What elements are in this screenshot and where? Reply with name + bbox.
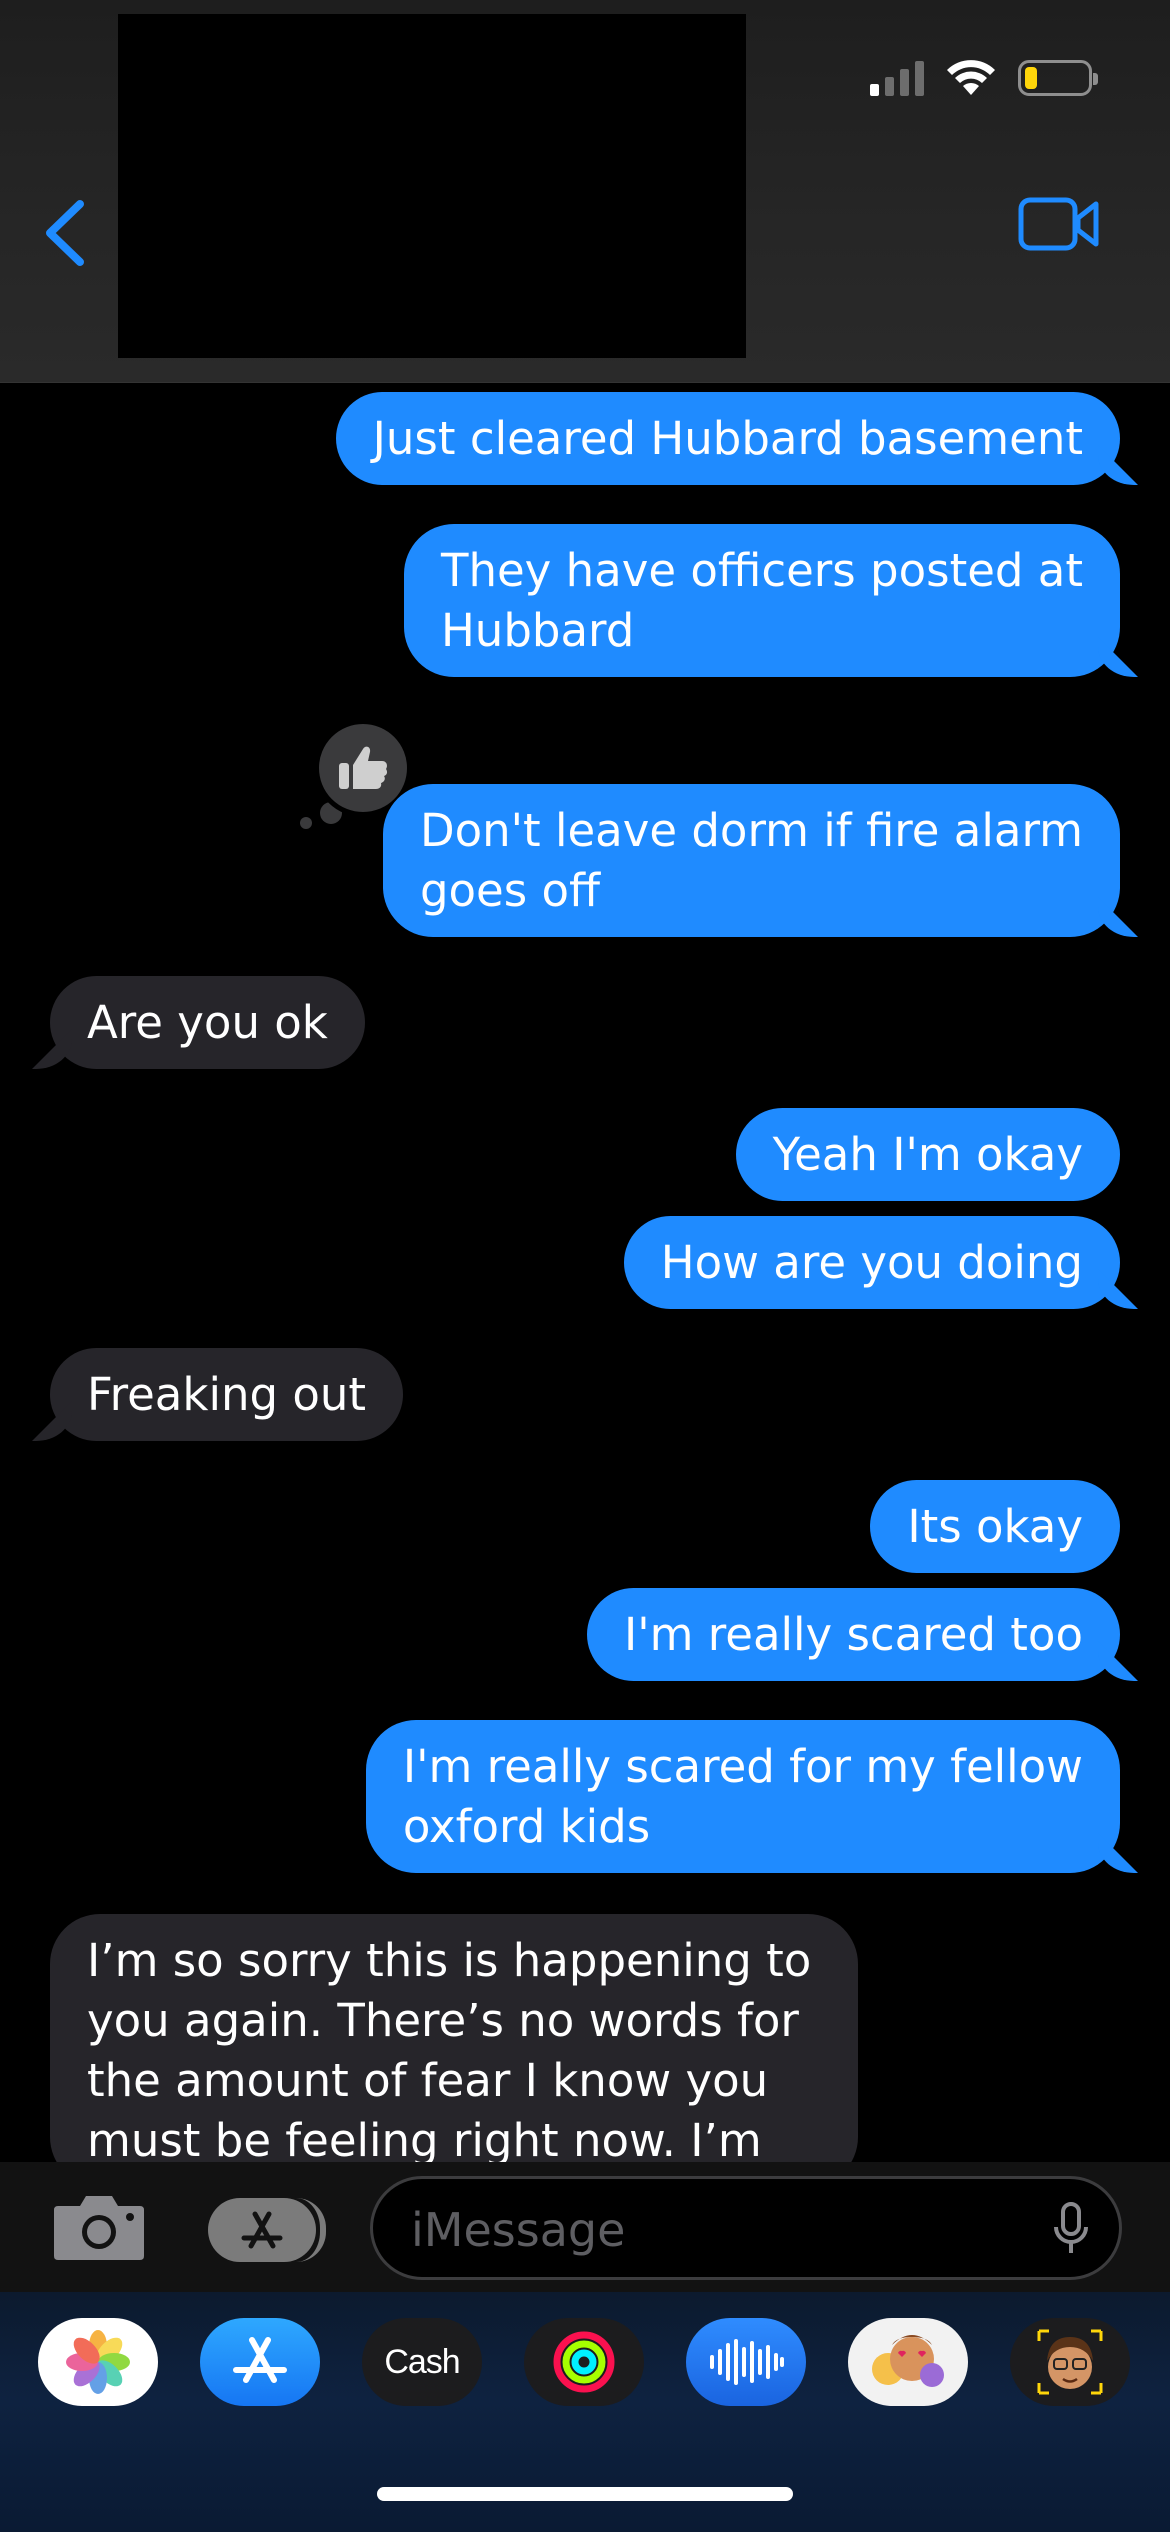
message-input-placeholder: iMessage xyxy=(411,2203,626,2257)
sent-message-bubble[interactable]: I'm really scared too xyxy=(586,1588,1120,1681)
microphone-icon[interactable] xyxy=(1053,2201,1089,2257)
apple-cash-app-icon[interactable]: Cash xyxy=(362,2318,482,2406)
message-input[interactable]: iMessage xyxy=(370,2176,1122,2280)
thumbs-up-glyph xyxy=(339,746,388,789)
memoji-stickers-app-icon[interactable] xyxy=(848,2318,968,2406)
battery-icon xyxy=(1018,60,1098,96)
fitness-app-icon[interactable] xyxy=(524,2318,644,2406)
wifi-icon xyxy=(947,60,995,95)
photos-app-icon[interactable] xyxy=(38,2318,158,2406)
status-bar xyxy=(870,56,1098,100)
tapback-dot xyxy=(300,817,312,829)
received-message-bubble[interactable]: Are you ok xyxy=(50,976,365,1069)
sent-message-bubble[interactable]: Its okay xyxy=(870,1480,1120,1573)
sent-message-bubble[interactable]: Just cleared Hubbard basement xyxy=(335,392,1120,485)
message-thread[interactable]: Just cleared Hubbard basement They have … xyxy=(0,382,1170,2162)
sent-message-bubble[interactable]: Yeah I'm okay xyxy=(735,1108,1120,1201)
battery-level xyxy=(1025,67,1037,89)
apps-button-ring xyxy=(266,2198,326,2262)
photos-flower-glyph xyxy=(66,2330,130,2394)
sent-message-bubble[interactable]: Don't leave dorm if fire alarm goes off xyxy=(382,784,1120,937)
app-store-a-glyph xyxy=(233,2337,287,2383)
message-composer: iMessage xyxy=(0,2162,1170,2292)
chevron-left-icon[interactable] xyxy=(40,198,90,268)
app-store-icon[interactable] xyxy=(208,2198,326,2262)
home-indicator[interactable] xyxy=(377,2487,793,2501)
memoji-stickers-glyph xyxy=(872,2335,944,2387)
activity-rings-glyph xyxy=(553,2331,615,2393)
sent-message-bubble[interactable]: How are you doing xyxy=(623,1216,1120,1309)
received-message-bubble[interactable]: Freaking out xyxy=(50,1348,404,1441)
cellular-signal-icon xyxy=(870,60,924,96)
waveform-glyph xyxy=(710,2339,784,2385)
received-message-bubble[interactable]: I’m so sorry this is happening to you ag… xyxy=(50,1914,858,2162)
sent-message-bubble[interactable]: I'm really scared for my fellow oxford k… xyxy=(365,1720,1120,1873)
apple-cash-label: Cash xyxy=(384,2342,460,2381)
memoji-face-glyph xyxy=(1037,2329,1103,2395)
audio-message-app-icon[interactable] xyxy=(686,2318,806,2406)
app-store-app-icon[interactable] xyxy=(200,2318,320,2406)
video-camera-icon[interactable] xyxy=(1018,196,1100,252)
redacted-contact-info xyxy=(118,14,746,358)
conversation-header xyxy=(0,0,1170,383)
camera-icon[interactable] xyxy=(52,2192,146,2262)
sent-message-bubble[interactable]: They have officers posted at Hubbard xyxy=(403,524,1120,677)
memoji-app-icon[interactable] xyxy=(1010,2318,1130,2406)
